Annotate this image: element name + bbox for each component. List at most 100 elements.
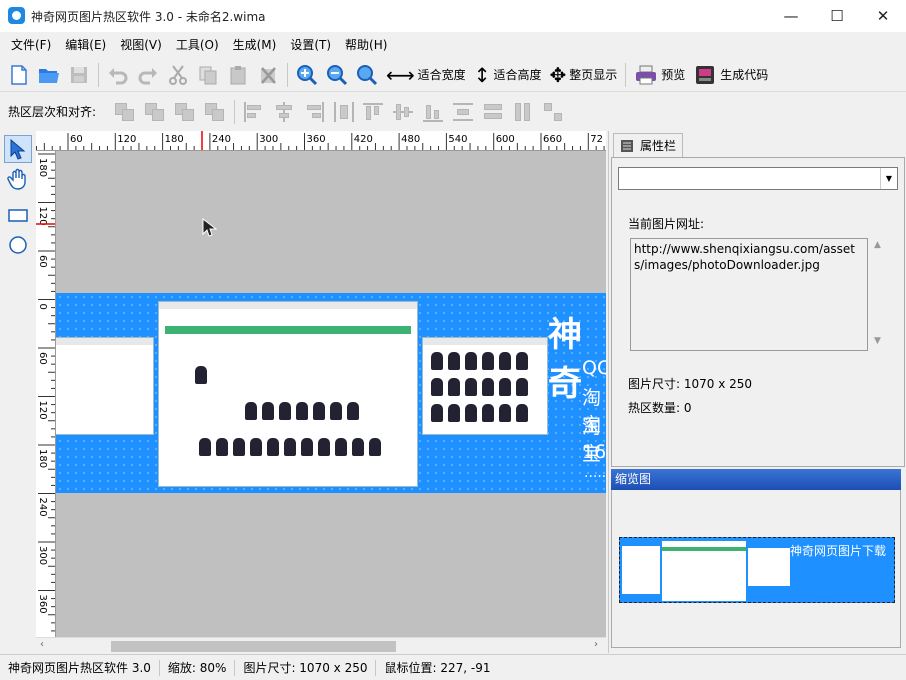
ruler-label: 300 bbox=[259, 134, 278, 145]
undo-icon[interactable] bbox=[105, 62, 131, 88]
scroll-down-icon[interactable]: ▼ bbox=[874, 336, 881, 346]
scroll-up-icon[interactable]: ▲ bbox=[874, 240, 881, 250]
distribute-h-icon[interactable] bbox=[332, 101, 356, 123]
send-back-icon[interactable] bbox=[143, 101, 167, 123]
canvas[interactable]: 神奇 QQ 淘宝 淘宝 168 ..... bbox=[56, 151, 606, 637]
menu-tools[interactable]: 工具(O) bbox=[169, 32, 226, 58]
align-middle-icon[interactable] bbox=[392, 101, 416, 123]
left-ruler-ticks: 180 120 60 0 60 120 180 240 300 360 bbox=[36, 153, 55, 632]
bring-forward-icon[interactable] bbox=[173, 101, 197, 123]
menu-edit[interactable]: 编辑(E) bbox=[58, 32, 113, 58]
thumbnail-headline: 神奇网页图片下载 bbox=[790, 544, 887, 558]
generate-code-label: 生成代码 bbox=[720, 68, 769, 82]
hotspot-select[interactable]: ▼ bbox=[618, 167, 898, 190]
menu-settings[interactable]: 设置(T) bbox=[283, 32, 338, 58]
toolbar-separator bbox=[234, 99, 236, 124]
app-icon bbox=[8, 7, 25, 24]
url-scrollbar[interactable]: ▲ ▼ bbox=[870, 238, 886, 351]
generate-code-button[interactable]: 生成代码 bbox=[693, 64, 768, 86]
rectangle-tool[interactable] bbox=[4, 201, 32, 229]
ruler-label: 72 bbox=[590, 134, 603, 145]
zoom-in-icon[interactable] bbox=[294, 62, 320, 88]
same-size-icon[interactable] bbox=[542, 101, 566, 123]
status-image-size: 图片尺寸: 1070 x 250 bbox=[235, 659, 377, 676]
menu-view[interactable]: 视图(V) bbox=[113, 32, 169, 58]
scrollbar-thumb[interactable] bbox=[111, 641, 396, 652]
ruler-label: 60 bbox=[37, 255, 48, 268]
banner-line-5: ..... bbox=[584, 465, 606, 481]
minimize-button[interactable]: — bbox=[768, 0, 814, 32]
screenshot-left bbox=[56, 337, 154, 435]
align-left-icon[interactable] bbox=[242, 101, 266, 123]
fit-page-button[interactable]: ✥ 整页显示 bbox=[549, 63, 617, 87]
image-url-field[interactable]: http://www.shenqixiangsu.com/assets/imag… bbox=[630, 238, 868, 351]
ruler-label: 360 bbox=[37, 595, 48, 614]
screenshot-right bbox=[422, 337, 548, 435]
property-panel: 属性栏 ▼ 当前图片网址: http://www.shenqixiangsu.c… bbox=[608, 131, 906, 653]
maximize-button[interactable]: ☐ bbox=[814, 0, 860, 32]
top-ruler-ticks: 60 120 180 240 300 360 420 480 540 600 660 72 bbox=[36, 131, 605, 150]
align-toolbar-label: 热区层次和对齐: bbox=[8, 105, 97, 119]
ruler-label: 600 bbox=[496, 134, 515, 145]
zoom-out-icon[interactable] bbox=[324, 62, 350, 88]
send-backward-icon[interactable] bbox=[203, 101, 227, 123]
hand-icon bbox=[7, 168, 26, 190]
fit-width-label: 适合宽度 bbox=[417, 68, 466, 82]
scroll-right-icon[interactable]: › bbox=[594, 639, 598, 650]
url-label: 当前图片网址: bbox=[628, 217, 705, 231]
align-center-icon[interactable] bbox=[272, 101, 296, 123]
delete-icon[interactable] bbox=[255, 62, 281, 88]
select-tool[interactable] bbox=[4, 135, 32, 163]
ruler-label: 180 bbox=[37, 449, 48, 468]
zoom-actual-icon[interactable] bbox=[354, 62, 380, 88]
copy-icon[interactable] bbox=[195, 62, 221, 88]
menu-generate[interactable]: 生成(M) bbox=[226, 32, 284, 58]
align-top-icon[interactable] bbox=[362, 101, 386, 123]
main-toolbar: ⟷ 适合宽度 ↕ 适合高度 ✥ 整页显示 预览 生成代码 bbox=[0, 58, 906, 92]
align-bottom-icon[interactable] bbox=[422, 101, 446, 123]
window-title: 神奇网页图片热区软件 3.0 - 未命名2.wima bbox=[31, 10, 266, 24]
bring-front-icon[interactable] bbox=[113, 101, 137, 123]
fit-page-label: 整页显示 bbox=[569, 68, 618, 82]
banner-line-4: 168 bbox=[582, 441, 606, 463]
ruler-label: 180 bbox=[165, 134, 184, 145]
ruler-label: 240 bbox=[37, 498, 48, 517]
align-toolbar: 热区层次和对齐: bbox=[0, 93, 906, 130]
fit-height-button[interactable]: ↕ 适合高度 bbox=[474, 63, 542, 87]
toolbar-separator bbox=[287, 62, 288, 87]
open-folder-icon[interactable] bbox=[36, 62, 62, 88]
tab-properties[interactable]: 属性栏 bbox=[613, 133, 683, 157]
hand-tool[interactable] bbox=[4, 165, 32, 193]
thumbnail-area: 神奇网页图片下载 bbox=[611, 490, 901, 648]
circle-tool[interactable] bbox=[4, 231, 32, 259]
menu-file[interactable]: 文件(F) bbox=[4, 32, 58, 58]
redo-icon[interactable] bbox=[135, 62, 161, 88]
preview-button[interactable]: 预览 bbox=[634, 64, 685, 86]
hotspot-count-text: 热区数量: 0 bbox=[628, 401, 692, 415]
same-height-icon[interactable] bbox=[512, 101, 536, 123]
thumbnail-header: 缩览图 bbox=[611, 469, 901, 490]
menu-help[interactable]: 帮助(H) bbox=[338, 32, 394, 58]
fit-height-label: 适合高度 bbox=[493, 68, 542, 82]
fit-width-button[interactable]: ⟷ 适合宽度 bbox=[386, 63, 466, 87]
close-button[interactable]: ✕ bbox=[860, 0, 906, 32]
scroll-left-icon[interactable]: ‹ bbox=[40, 639, 44, 650]
rectangle-icon bbox=[8, 209, 28, 222]
thumbnail-image[interactable]: 神奇网页图片下载 bbox=[619, 537, 895, 603]
banner-image[interactable]: 神奇 QQ 淘宝 淘宝 168 ..... bbox=[56, 293, 606, 493]
status-app: 神奇网页图片热区软件 3.0 bbox=[0, 659, 160, 676]
ruler-label: 540 bbox=[448, 134, 467, 145]
tab-properties-label: 属性栏 bbox=[640, 139, 677, 153]
paste-icon[interactable] bbox=[225, 62, 251, 88]
distribute-v-icon[interactable] bbox=[452, 101, 476, 123]
same-width-icon[interactable] bbox=[482, 101, 506, 123]
save-icon[interactable] bbox=[66, 62, 92, 88]
cut-icon[interactable] bbox=[165, 62, 191, 88]
align-right-icon[interactable] bbox=[302, 101, 326, 123]
new-file-icon[interactable] bbox=[6, 62, 32, 88]
status-zoom: 缩放: 80% bbox=[160, 659, 236, 676]
horizontal-scrollbar[interactable]: ‹ › bbox=[36, 637, 606, 654]
chevron-down-icon[interactable]: ▼ bbox=[880, 168, 897, 189]
ruler-label: 240 bbox=[212, 134, 231, 145]
move-arrows-icon: ✥ bbox=[549, 62, 567, 87]
